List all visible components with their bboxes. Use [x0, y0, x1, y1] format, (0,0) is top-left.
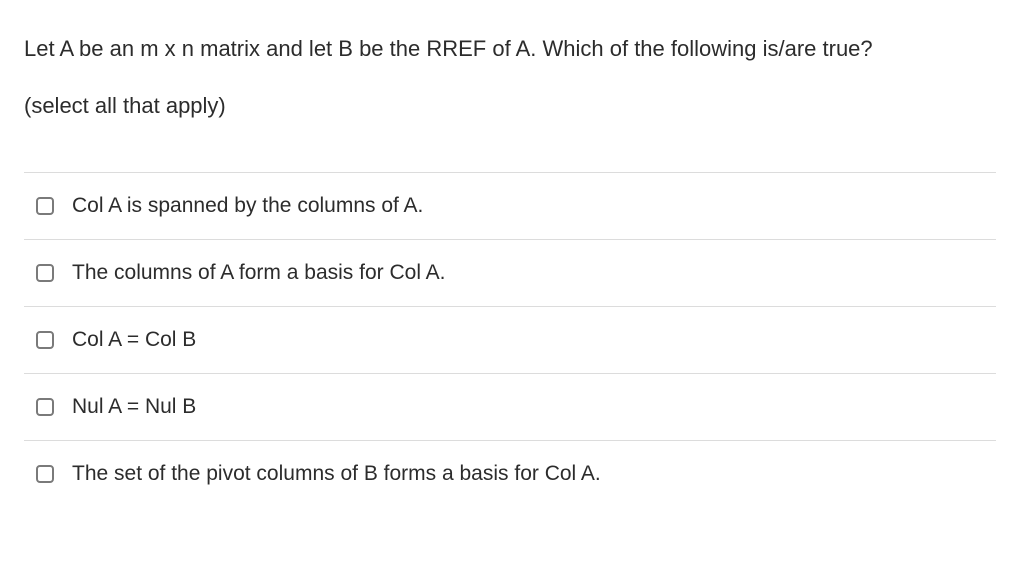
option-checkbox[interactable]: [36, 264, 54, 282]
option-checkbox[interactable]: [36, 465, 54, 483]
option-label[interactable]: Col A = Col B: [72, 325, 196, 354]
option-label[interactable]: The set of the pivot columns of B forms …: [72, 459, 601, 488]
option-item[interactable]: The set of the pivot columns of B forms …: [24, 440, 996, 507]
option-label[interactable]: Col A is spanned by the columns of A.: [72, 191, 423, 220]
option-checkbox[interactable]: [36, 331, 54, 349]
option-label[interactable]: Nul A = Nul B: [72, 392, 196, 421]
option-list: Col A is spanned by the columns of A. Th…: [24, 172, 996, 507]
option-item[interactable]: Col A = Col B: [24, 306, 996, 373]
option-checkbox[interactable]: [36, 197, 54, 215]
option-item[interactable]: Col A is spanned by the columns of A.: [24, 172, 996, 239]
option-checkbox[interactable]: [36, 398, 54, 416]
question-instruction: (select all that apply): [24, 89, 996, 122]
option-item[interactable]: The columns of A form a basis for Col A.: [24, 239, 996, 306]
question-stem: Let A be an m x n matrix and let B be th…: [24, 28, 996, 71]
option-label[interactable]: The columns of A form a basis for Col A.: [72, 258, 446, 287]
option-item[interactable]: Nul A = Nul B: [24, 373, 996, 440]
